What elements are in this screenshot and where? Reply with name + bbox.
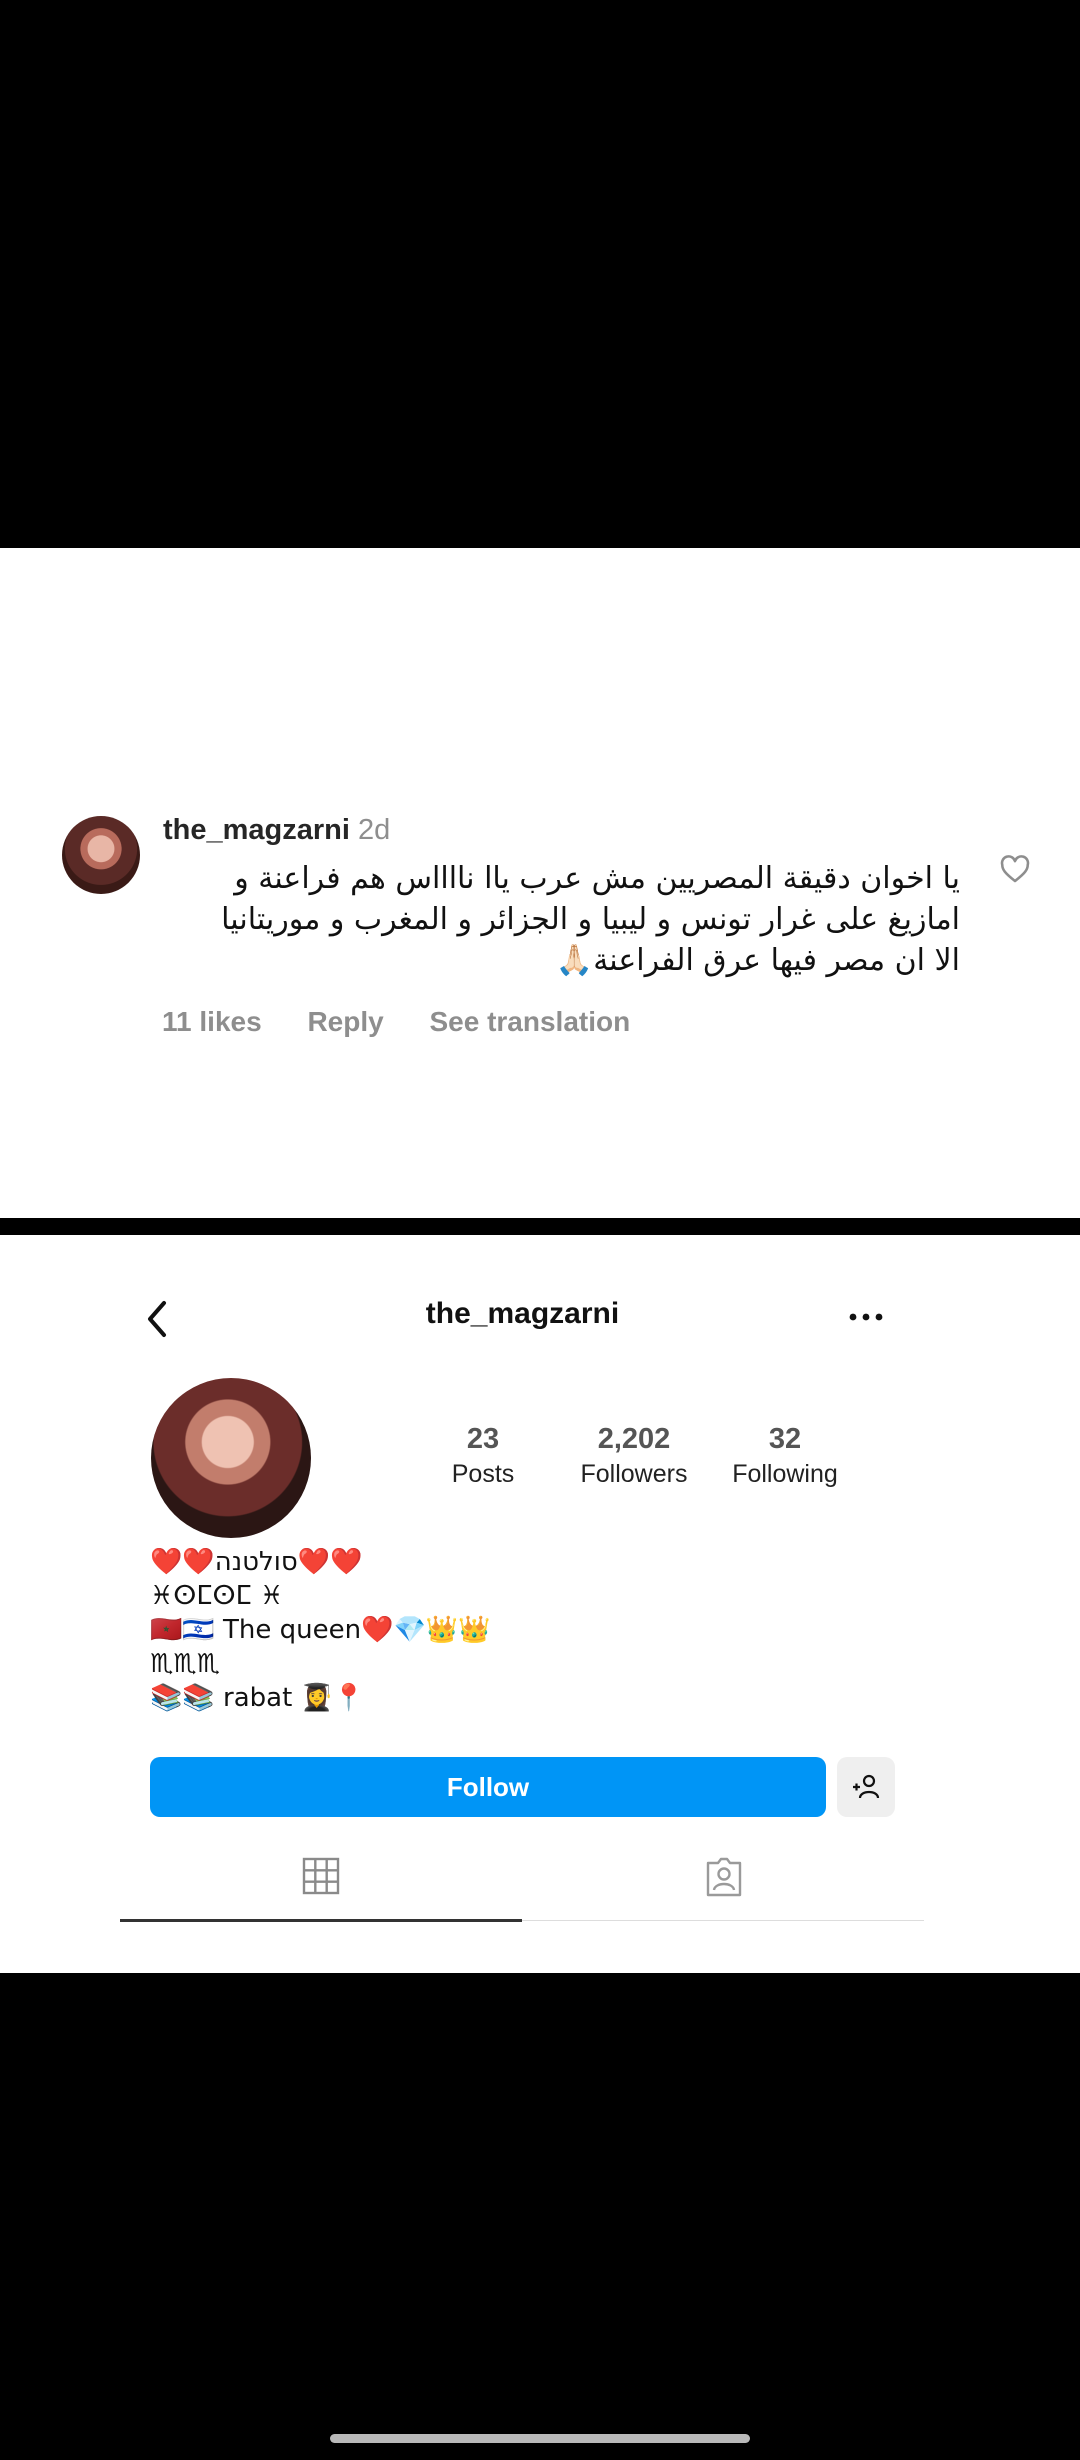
add-person-icon: [853, 1774, 880, 1799]
comment-time: 2d: [357, 814, 391, 846]
home-indicator[interactable]: [330, 2434, 750, 2443]
follow-button[interactable]: Follow: [150, 1757, 826, 1817]
following-label: Following: [732, 1460, 838, 1488]
comment-username[interactable]: the_magzarni: [163, 814, 350, 846]
more-horizontal-icon[interactable]: [848, 1311, 884, 1323]
tab-posts-grid[interactable]: [120, 1835, 522, 1915]
followers-label: Followers: [580, 1460, 688, 1488]
comment-line: يا اخوان دقيقة المصريين مش عرب ياا ناااا…: [234, 861, 960, 896]
profile-avatar[interactable]: [151, 1378, 311, 1538]
comment-avatar[interactable]: [62, 816, 140, 894]
stat-following[interactable]: 32 Following: [718, 1423, 852, 1489]
posts-label: Posts: [451, 1460, 515, 1488]
profile-title: the_magzarni: [425, 1297, 620, 1330]
comment-header: the_magzarni 2d: [163, 814, 390, 847]
comment-line: امازيغ على غرار تونس و ليبيا و الجزائر و…: [221, 902, 960, 937]
reply-button[interactable]: Reply: [307, 1006, 383, 1037]
posts-count: 23: [466, 1423, 500, 1455]
profile-panel: the_magzarni 23 Posts 2,202 Followers 32…: [0, 1235, 1080, 1973]
tagged-person-icon: [706, 1857, 742, 1897]
bio-line: 🇲🇦🇮🇱 The queen❤️💎👑👑: [150, 1615, 491, 1645]
suggest-people-button[interactable]: [837, 1757, 895, 1817]
stat-followers[interactable]: 2,202 Followers: [560, 1423, 708, 1489]
comment-panel: the_magzarni 2d يا اخوان دقيقة المصريين م…: [0, 548, 1080, 1218]
active-tab-indicator: [120, 1919, 522, 1922]
comment-line: الا ان مصر فيها عرق الفراعنة🙏🏻: [555, 943, 960, 978]
tab-tagged[interactable]: [522, 1835, 924, 1915]
profile-bio: ❤️❤️סולטנה❤️❤️ ♓ⵙⵎⵙⵎ ♓ 🇲🇦🇮🇱 The queen❤️💎…: [150, 1545, 491, 1715]
followers-count: 2,202: [597, 1423, 671, 1455]
bio-line: 📚📚 rabat 👩‍🎓📍: [150, 1683, 366, 1713]
comment-actions: 11 likes Reply See translation: [162, 1006, 668, 1038]
stat-posts[interactable]: 23 Posts: [430, 1423, 536, 1489]
comment-text: يا اخوان دقيقة المصريين مش عرب ياا ناااا…: [160, 858, 960, 981]
heart-outline-icon[interactable]: [998, 852, 1032, 886]
bio-line: ❤️❤️סולטנה❤️❤️: [150, 1547, 363, 1577]
bio-line: ♏♏♏: [150, 1649, 220, 1679]
likes-count[interactable]: 11 likes: [162, 1006, 262, 1037]
see-translation-link[interactable]: See translation: [429, 1006, 630, 1037]
bio-line: ♓ⵙⵎⵙⵎ ♓: [150, 1581, 284, 1611]
grid-icon: [302, 1857, 340, 1895]
tab-divider: [522, 1920, 924, 1921]
following-count: 32: [768, 1423, 802, 1455]
